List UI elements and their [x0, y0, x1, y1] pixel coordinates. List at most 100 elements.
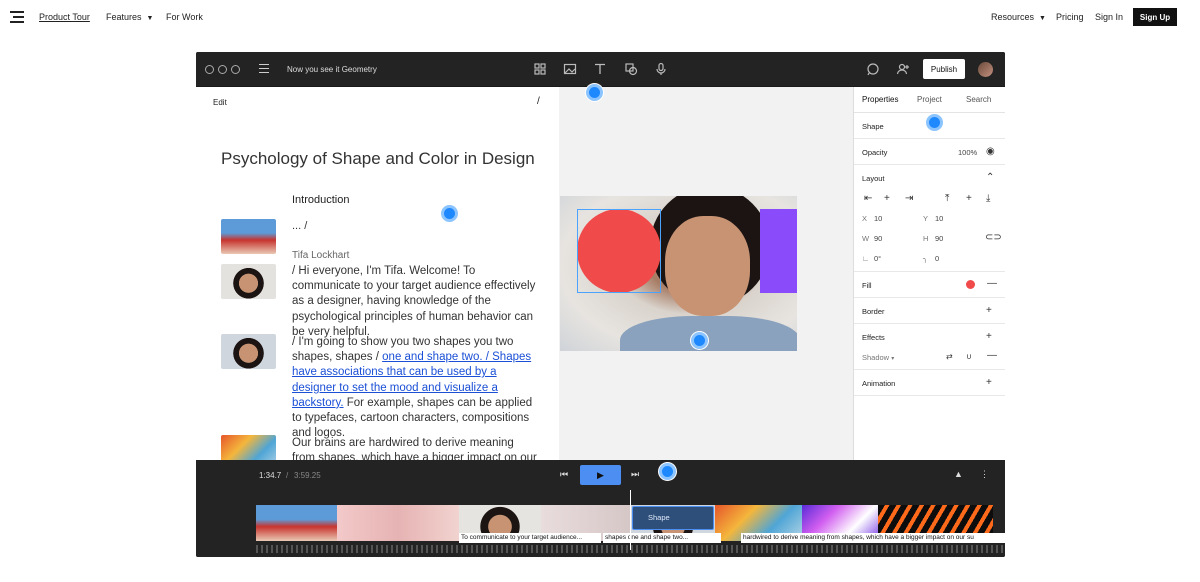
- opacity-value[interactable]: 100%: [958, 148, 977, 157]
- hamburger-menu-icon[interactable]: [259, 64, 269, 73]
- comment-icon[interactable]: [866, 62, 880, 76]
- nav-features[interactable]: Features ▼: [106, 12, 153, 22]
- menu-logo-icon[interactable]: [10, 10, 24, 24]
- remove-fill-icon[interactable]: —: [987, 279, 997, 289]
- total-time: 3:59.25: [294, 471, 321, 480]
- rotation-icon: ∟: [862, 254, 870, 263]
- square-shape[interactable]: [760, 209, 797, 293]
- hotspot-marker[interactable]: [441, 205, 458, 222]
- add-collaborator-icon[interactable]: [896, 62, 910, 76]
- tab-project[interactable]: Project: [917, 95, 942, 104]
- current-time: 1:34.7: [259, 471, 282, 480]
- window-control-icon[interactable]: [231, 65, 240, 74]
- align-left-icon[interactable]: ⇤: [864, 194, 872, 204]
- shape-track[interactable]: Shape: [632, 506, 714, 530]
- transcript-editor: Edit / Psychology of Shape and Color in …: [196, 87, 559, 460]
- image-icon[interactable]: [563, 62, 577, 76]
- microphone-icon[interactable]: [654, 62, 668, 76]
- skip-back-icon[interactable]: ⏮: [560, 469, 568, 480]
- properties-tabs: Properties Project Search: [854, 87, 1005, 113]
- publish-button[interactable]: Publish: [923, 59, 965, 79]
- properties-panel: Properties Project Search Shape Opacity …: [853, 87, 1005, 460]
- chevron-up-icon[interactable]: ⌃: [986, 173, 994, 183]
- link-dimensions-icon[interactable]: ⊂⊃: [985, 233, 1002, 243]
- section-title[interactable]: Introduction: [292, 194, 349, 206]
- shadow-dropdown[interactable]: Shadow ▾: [862, 353, 894, 362]
- align-center-v-icon[interactable]: +: [966, 194, 972, 204]
- nav-features-label: Features: [106, 12, 142, 22]
- width-input[interactable]: 90: [874, 234, 882, 243]
- height-input[interactable]: 90: [935, 234, 943, 243]
- add-effect-icon[interactable]: +: [986, 332, 992, 342]
- swap-icon[interactable]: ⇄: [946, 352, 953, 362]
- rotation-input[interactable]: 0°: [874, 254, 881, 263]
- nav-for-work[interactable]: For Work: [166, 12, 203, 22]
- align-right-icon[interactable]: ⇥: [905, 194, 913, 204]
- caption-segment[interactable]: shapes one and shape two...: [603, 533, 721, 543]
- tab-properties[interactable]: Properties: [862, 95, 898, 104]
- align-center-h-icon[interactable]: +: [884, 194, 890, 204]
- nav-resources[interactable]: Resources ▼: [991, 12, 1046, 22]
- shapes-icon[interactable]: [624, 62, 638, 76]
- timeline-clip[interactable]: [256, 505, 337, 541]
- nav-product-tour[interactable]: Product Tour: [39, 12, 90, 22]
- hotspot-marker[interactable]: [586, 84, 603, 101]
- volume-icon[interactable]: ▲: [954, 469, 963, 479]
- hotspot-marker[interactable]: [659, 463, 676, 480]
- nav-pricing[interactable]: Pricing: [1056, 12, 1084, 22]
- transcript-ellipsis[interactable]: ... /: [292, 220, 307, 232]
- playhead[interactable]: [630, 490, 631, 550]
- x-input[interactable]: 10: [874, 214, 882, 223]
- chevron-down-icon: ▼: [146, 15, 154, 22]
- selection-box[interactable]: [577, 209, 661, 293]
- scenes-grid-icon[interactable]: [533, 62, 547, 76]
- fill-color-swatch[interactable]: [966, 280, 975, 289]
- more-options-icon[interactable]: ⋮: [980, 469, 989, 480]
- scene-thumbnail[interactable]: [221, 264, 276, 299]
- tab-search[interactable]: Search: [966, 95, 991, 104]
- remove-effect-icon[interactable]: —: [987, 351, 997, 361]
- window-control-icon[interactable]: [218, 65, 227, 74]
- scene-thumbnail[interactable]: [221, 334, 276, 369]
- avatar[interactable]: [978, 62, 993, 77]
- add-animation-icon[interactable]: +: [986, 378, 992, 388]
- corner-radius-input[interactable]: 0: [935, 254, 939, 263]
- scene-thumbnail[interactable]: [221, 219, 276, 254]
- border-row: Border +: [854, 298, 1005, 324]
- chevron-down-icon: ▾: [891, 356, 895, 362]
- app-titlebar: Now you see it Geometry Publish: [196, 52, 1005, 87]
- play-button[interactable]: ▶: [580, 465, 621, 485]
- hotspot-marker[interactable]: [691, 332, 708, 349]
- text-icon[interactable]: [593, 62, 607, 76]
- window-control-icon[interactable]: [205, 65, 214, 74]
- nav-sign-in[interactable]: Sign In: [1095, 12, 1123, 22]
- speaker-name[interactable]: Tifa Lockhart: [292, 250, 349, 261]
- timeline-clip[interactable]: [337, 505, 459, 541]
- edit-label[interactable]: Edit: [213, 98, 227, 107]
- chevron-down-icon: ▼: [1039, 15, 1046, 22]
- w-label: W: [862, 234, 870, 243]
- add-border-icon[interactable]: +: [986, 306, 992, 316]
- playback-bar: 1:34.7 / 3:59.25 ⏮ ▶ ⏭ ▲ ⋮: [196, 460, 1005, 490]
- video-subject-shirt: [620, 316, 797, 351]
- opacity-row: Opacity 100% ◉: [854, 139, 1005, 165]
- caption-segment[interactable]: hardwired to derive meaning from shapes,…: [741, 533, 1005, 543]
- transcript-paragraph[interactable]: Our brains are hardwired to derive meani…: [292, 436, 537, 460]
- transcript-paragraph[interactable]: / Hi everyone, I'm Tifa. Welcome! To com…: [292, 264, 537, 340]
- align-bottom-icon[interactable]: ⤓: [986, 194, 990, 204]
- document-heading[interactable]: Psychology of Shape and Color in Design: [221, 149, 535, 169]
- slash-command-button[interactable]: /: [537, 96, 540, 107]
- transcript-paragraph[interactable]: / I'm going to show you two shapes you t…: [292, 335, 537, 441]
- shadow-settings-icon[interactable]: ∪: [966, 352, 972, 362]
- align-top-icon[interactable]: ⤒: [945, 194, 949, 204]
- skip-forward-icon[interactable]: ⏭: [631, 469, 639, 480]
- sign-up-button[interactable]: Sign Up: [1133, 8, 1177, 26]
- document-title[interactable]: Now you see it Geometry: [287, 65, 377, 74]
- eye-icon[interactable]: ◉: [986, 147, 995, 157]
- y-input[interactable]: 10: [935, 214, 943, 223]
- caption-segment[interactable]: To communicate to your target audience..…: [459, 533, 601, 543]
- hotspot-marker[interactable]: [926, 114, 943, 131]
- video-frame[interactable]: [560, 196, 797, 351]
- scene-thumbnail[interactable]: [221, 435, 276, 460]
- effects-section: Effects + Shadow ▾ ⇄ ∪ —: [854, 324, 1005, 370]
